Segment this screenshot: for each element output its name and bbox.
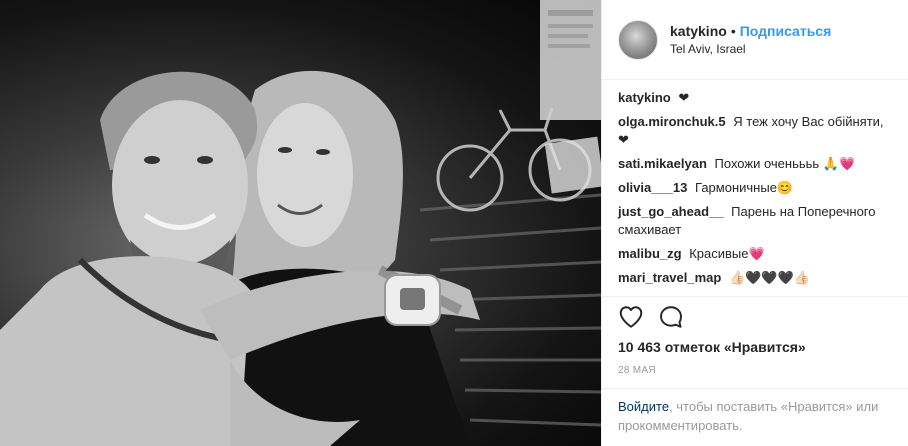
comment-item: olga.mironchuk.5 Я теж хочу Вас обійняти… — [618, 113, 892, 149]
comment-username[interactable]: sati.mikaelyan — [618, 156, 707, 171]
background-sign — [540, 0, 601, 120]
comment-item: katykino ❤ — [618, 89, 892, 107]
background-sign-small — [544, 136, 601, 194]
instagram-post: katykino • Подписаться Tel Aviv, Israel … — [0, 0, 908, 446]
comment-item: mari_travel_map 👍🏻🖤🖤🖤👍🏻 — [618, 269, 892, 287]
post-header: katykino • Подписаться Tel Aviv, Israel — [602, 0, 908, 80]
speech-bubble-icon[interactable] — [658, 304, 684, 330]
photo-illustration — [0, 0, 601, 446]
post-location[interactable]: Tel Aviv, Israel — [670, 42, 831, 56]
separator-dot: • — [730, 23, 736, 39]
comment-item: sati.mikaelyan Похожи оченьььь 🙏💗 — [618, 155, 892, 173]
login-link[interactable]: Войдите — [618, 399, 669, 414]
comment-text: Похожи оченьььь 🙏💗 — [714, 156, 856, 171]
comment-text: ❤ — [678, 90, 690, 105]
comment-text: Красивые💗 — [689, 246, 765, 261]
post-date: 28 мая — [618, 365, 656, 376]
header-text: katykino • Подписаться Tel Aviv, Israel — [670, 23, 831, 56]
follow-button[interactable]: Подписаться — [740, 23, 832, 39]
heart-outline-icon[interactable] — [618, 304, 644, 330]
man-body — [0, 256, 250, 446]
post-actions: 10 463 отметок «Нравится» 28 мая — [602, 296, 908, 376]
likes-count[interactable]: 10 463 отметок «Нравится» — [618, 339, 893, 355]
comment-item: malibu_zg Красивые💗 — [618, 245, 892, 263]
comment-username[interactable]: mari_travel_map — [618, 270, 721, 285]
action-icons — [618, 299, 893, 335]
woman-face — [257, 103, 353, 247]
comment-text: Гармоничные😊 — [695, 180, 794, 195]
header-row: katykino • Подписаться — [670, 23, 831, 39]
comment-username[interactable]: malibu_zg — [618, 246, 682, 261]
comment-username[interactable]: just_go_ahead__ — [618, 204, 724, 219]
comment-item: olivia___13 Гармоничные😊 — [618, 179, 892, 197]
avatar[interactable] — [618, 19, 658, 60]
comment-username[interactable]: olga.mironchuk.5 — [618, 114, 726, 129]
comment-text: 👍🏻🖤🖤🖤👍🏻 — [728, 270, 810, 285]
post-sidebar: katykino • Подписаться Tel Aviv, Israel … — [601, 0, 908, 446]
comment-username[interactable]: katykino — [618, 90, 671, 105]
comments-list: katykino ❤ olga.mironchuk.5 Я теж хочу В… — [602, 80, 908, 287]
comment-username[interactable]: olivia___13 — [618, 180, 687, 195]
login-prompt: Войдите, чтобы поставить «Нравится» или … — [602, 388, 908, 435]
author-username[interactable]: katykino — [670, 23, 727, 39]
comment-item: just_go_ahead__ Парень на Поперечного см… — [618, 203, 892, 239]
post-photo[interactable] — [0, 0, 601, 446]
